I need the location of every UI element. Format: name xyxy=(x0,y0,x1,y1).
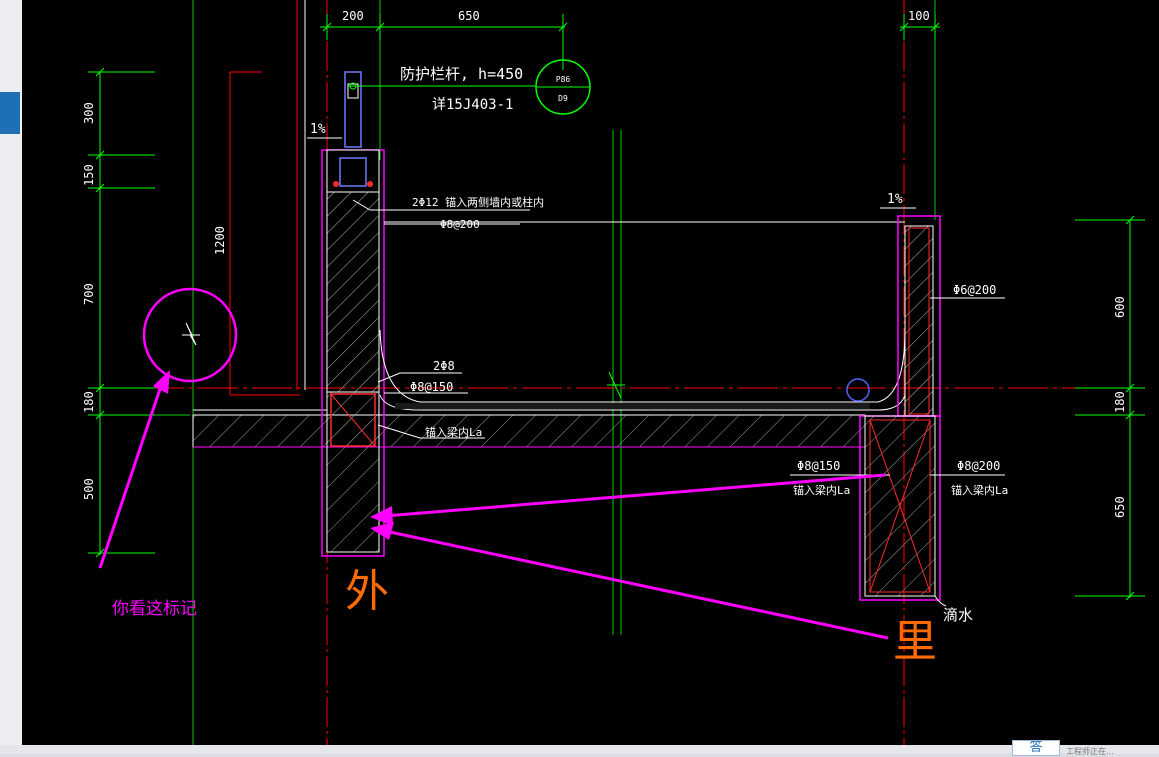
phi8-150-left-label: Φ8@150 xyxy=(410,380,453,394)
dim-left-150: 150 xyxy=(82,164,96,186)
phi8-200-top-label: Φ8@200 xyxy=(440,218,480,231)
floor-slab xyxy=(192,409,866,448)
inside-marker: 里 xyxy=(893,616,937,667)
dim-left-180: 180 xyxy=(82,391,96,413)
slope-left-label: 1% xyxy=(310,122,326,137)
dim-right-180: 180 xyxy=(1113,391,1127,413)
left-panel-tab[interactable] xyxy=(0,92,20,134)
anchor-la-right2-label: 锚入梁内La xyxy=(951,483,1008,497)
bar-2phi12-label: 2Φ12 锚入两侧墙内或柱内 xyxy=(412,195,544,209)
break-mark-highlight xyxy=(142,287,238,383)
dim-top-200: 200 xyxy=(342,9,364,23)
cad-drawing-canvas: 200 650 100 300 150 700 180 500 1200 600… xyxy=(22,0,1159,745)
right-dimension-line xyxy=(1075,215,1145,601)
left-dimension-line xyxy=(88,67,155,558)
drip-label: 滴水 xyxy=(943,606,973,624)
gutter xyxy=(379,221,906,411)
phi8-150-right-label: Φ8@150 xyxy=(797,459,840,473)
phi8-200-right-label: Φ8@200 xyxy=(957,459,1000,473)
look-here-annotation: 你看这标记 xyxy=(112,599,197,619)
callout-bottom-text: D9 xyxy=(558,94,568,103)
dim-top-650: 650 xyxy=(458,9,480,23)
right-edge-beam xyxy=(859,215,947,607)
callout-top-text: P86 xyxy=(556,75,571,84)
top-dimension-line xyxy=(320,14,940,70)
anchor-la-right1-label: 锚入梁内La xyxy=(793,483,850,497)
dim-left-700: 700 xyxy=(82,283,96,305)
left-parapet-wall xyxy=(321,149,385,557)
slope-right-label: 1% xyxy=(887,192,903,207)
dim-right-600: 600 xyxy=(1113,296,1127,318)
phi6-200-label: Φ6@200 xyxy=(953,283,996,297)
dim-top-100: 100 xyxy=(908,9,930,23)
dim-right-650: 650 xyxy=(1113,496,1127,518)
bottom-hint-text: 工程师正在... xyxy=(1066,747,1114,756)
bottom-status-strip xyxy=(0,745,1159,754)
dim-left-500: 500 xyxy=(82,478,96,500)
anchor-la-left-label: 锚入梁内La xyxy=(425,425,482,439)
outside-marker: 外 xyxy=(345,566,389,617)
railing-label: 防护栏杆, h=450 xyxy=(400,65,523,83)
bar-2phi8-label: 2Φ8 xyxy=(433,359,455,373)
dim-left-300: 300 xyxy=(82,102,96,124)
dim-height-1200: 1200 xyxy=(213,226,227,255)
railing-detail-label: 详15J403-1 xyxy=(432,97,513,113)
